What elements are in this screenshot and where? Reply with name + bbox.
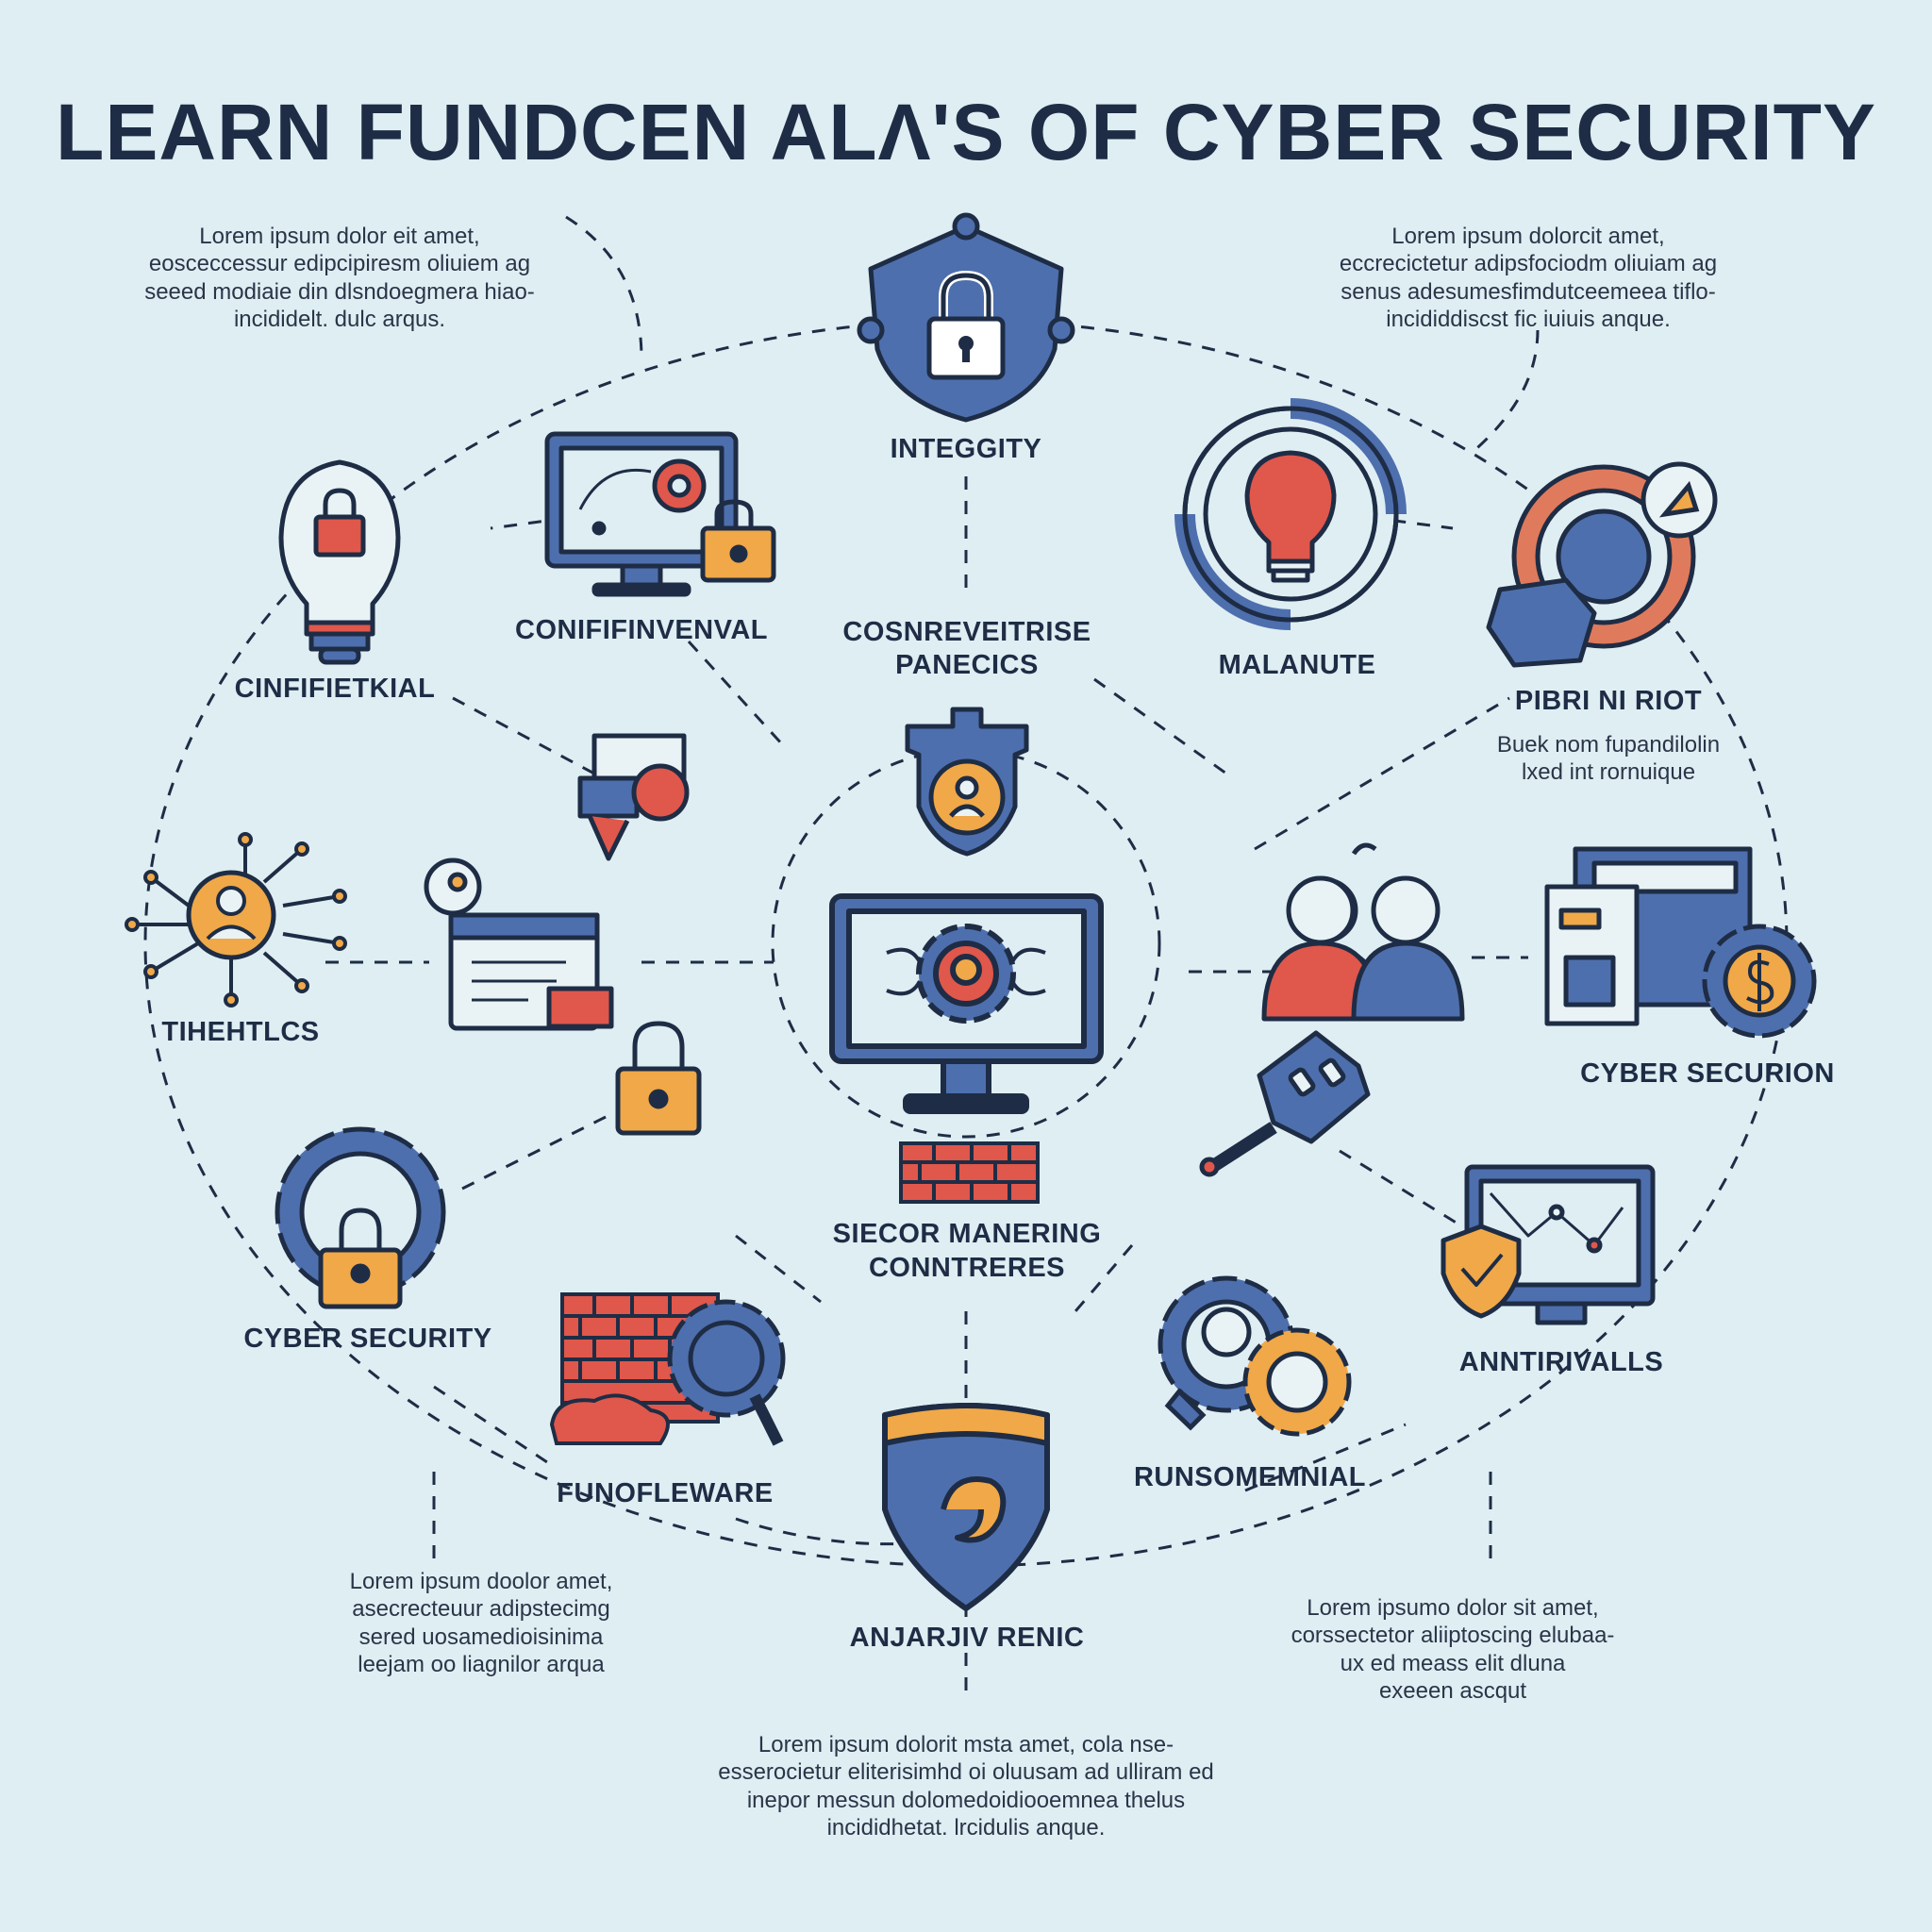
note-line: inepor messun dolomedoidiooemnea thelus [746, 1787, 1186, 1813]
shield-spiral-icon [882, 1403, 1050, 1611]
infographic: LEARN FUNDCEN ALɅ'S OF CYBER SECURITY IN… [0, 0, 1932, 1932]
note-bottom-left: Lorem ipsum doolor amet, asecrecteuur ad… [302, 1568, 660, 1678]
shield-user-icon [905, 707, 1029, 857]
note-line: eccrecictetur adipsfociodm oliuiam ag [1339, 251, 1718, 277]
pipe-plug-icon [577, 733, 690, 861]
note-line: asecrecteuur adipstecimg [352, 1596, 610, 1623]
note-line: lxed int rornuique [1521, 759, 1696, 786]
label-anjarjiv-renic: ANJARJIV RENIC [849, 1623, 1085, 1653]
note-line: incididhetat. lrcidulis anque. [826, 1814, 1106, 1840]
label-thiehtlcs: TIHEHTLCS [161, 1017, 320, 1047]
note-line: exeeen ascqut [1378, 1677, 1527, 1704]
note-line: Lorem ipsum doolor amet, [349, 1569, 613, 1594]
note-line: leejam oo liagnilor arqua [358, 1651, 605, 1677]
label-coserveterise-line1: COSNREVEITRISE [842, 617, 1091, 647]
monitor-chart-shield-icon [1441, 1164, 1656, 1325]
label-confifinvenval: CONIFIFINVENVAL [515, 615, 768, 645]
note-line: sered uosamedioisinima [358, 1624, 604, 1650]
note-line: Lorem ipsum dolor eit amet, [199, 224, 480, 249]
lightbulb-lock-icon [278, 459, 401, 665]
note-bottom-center: Lorem ipsum dolorit msta amet, cola nse-… [636, 1731, 1296, 1841]
users-icon [1261, 842, 1465, 1022]
brick-wall-icon [899, 1141, 1040, 1204]
server-dollar-icon [1544, 846, 1817, 1039]
note-line: incididdiscst fic iuiuis anque. [1386, 306, 1671, 332]
note-line: esserocietur eliterisimhd oi oluusam ad … [718, 1759, 1214, 1786]
shield-lock-icon [857, 212, 1075, 423]
target-envelope-icon [1486, 461, 1718, 668]
label-center-line2: CONNTRERES [868, 1253, 1065, 1283]
gears-lightbulb-icon [1158, 1275, 1352, 1437]
label-integrity: INTEGGITY [890, 434, 1042, 464]
note-line: corssectetor aliiptoscing elubaa- [1291, 1623, 1615, 1649]
label-cyber-security: CYBER SECURITY [243, 1324, 492, 1354]
label-antirivalls: ANNTIRIVALLS [1458, 1347, 1664, 1377]
cycle-bulb-icon [1174, 398, 1407, 630]
padlock-icon [615, 1021, 702, 1136]
browser-window-icon [424, 858, 614, 1031]
label-cinfifietkial: CINFIFIETKIAL [234, 674, 436, 704]
note-line: ux ed meass elit dluna [1340, 1650, 1566, 1676]
note-line: Lorem ipsum dolorit msta amet, cola nse- [758, 1732, 1174, 1757]
note-line: Lorem ipsumo dolor sit amet, [1307, 1595, 1599, 1621]
network-person-icon [125, 832, 347, 1008]
gear-lock-icon [275, 1126, 446, 1309]
note-bottom-right: Lorem ipsumo dolor sit amet, corssecteto… [1255, 1594, 1651, 1705]
note-line: Buek nom fupandilolin [1496, 732, 1721, 758]
page-title: LEARN FUNDCEN ALɅ'S OF CYBER SECURITY [56, 88, 1876, 176]
monitor-gear-lock-icon [544, 431, 776, 597]
label-pibrni-riot: PIBRI NI RIOT [1514, 686, 1703, 716]
note-pibrni: Buek nom fupandilolin lxed int rornuique [1472, 731, 1745, 787]
label-malanute: MALANUTE [1218, 650, 1376, 680]
label-cyber-securion: CYBER SECURION [1580, 1058, 1835, 1089]
label-funofleware: FUNOFLEWARE [557, 1478, 774, 1508]
note-line: senus adesumesfimdutceemeea tiflo- [1341, 278, 1716, 305]
label-center-line1: SIECOR MANERING [832, 1219, 1102, 1249]
note-line: seeed modiaie din dlsndoegmera hiao- [144, 278, 535, 305]
note-line: Lorem ipsum dolorcit amet, [1391, 224, 1665, 249]
label-runsomemnial: RUNSOMEMNIAL [1133, 1462, 1367, 1492]
label-coserveterise-line2: PANECICS [895, 650, 1039, 680]
note-line: incididelt. dulc arqus. [233, 306, 446, 332]
note-top-left: Lorem ipsum dolor eit amet, eosceccessur… [113, 223, 566, 333]
firewall-magnifier-icon [549, 1292, 786, 1446]
monitor-virus-icon [829, 893, 1104, 1114]
note-top-right: Lorem ipsum dolorcit amet, eccrecictetur… [1302, 223, 1755, 333]
note-line: eosceccessur edipcipiresm oliuiem ag [148, 251, 531, 277]
